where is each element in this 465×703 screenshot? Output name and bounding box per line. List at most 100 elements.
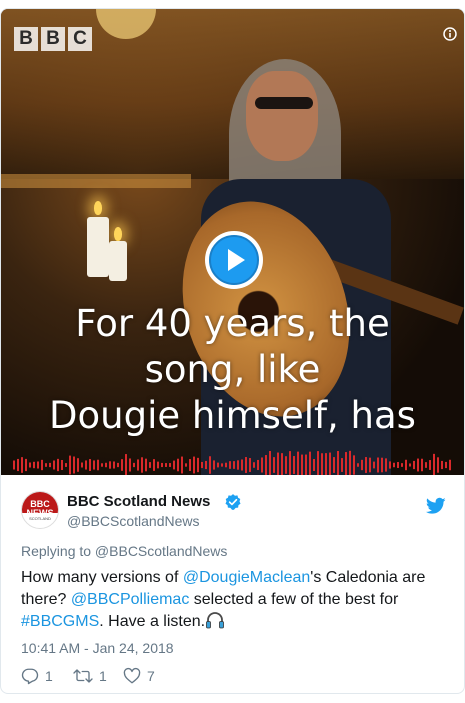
play-button[interactable] — [205, 231, 263, 289]
mention-link[interactable]: @DougieMaclean — [183, 569, 310, 586]
waveform-bar — [189, 459, 191, 471]
waveform-bar — [377, 457, 379, 473]
bbc-logo-letter: B — [41, 27, 65, 51]
waveform-bar — [277, 452, 279, 475]
waveform-bar — [157, 461, 159, 469]
waveform-bar — [369, 457, 371, 473]
tweet-text-part: . Have a listen. — [99, 613, 206, 630]
waveform-bar — [137, 459, 139, 471]
screen-name[interactable]: @BBCScotlandNews — [67, 513, 200, 529]
heart-icon — [123, 667, 141, 684]
waveform-bar — [329, 452, 331, 475]
waveform-bar — [393, 462, 395, 468]
waveform-bar — [289, 451, 291, 475]
waveform-bar — [309, 451, 311, 475]
like-count: 7 — [147, 668, 155, 684]
waveform-bar — [449, 459, 451, 471]
waveform-bar — [293, 456, 295, 474]
waveform-bar — [197, 457, 199, 473]
waveform-bar — [333, 457, 335, 473]
waveform-bar — [237, 460, 239, 470]
mention-link[interactable]: @BBCPolliemac — [71, 591, 190, 608]
waveform-bar — [209, 456, 211, 474]
waveform-bar — [413, 460, 415, 470]
waveform-bar — [353, 455, 355, 475]
waveform-bar — [257, 459, 259, 471]
video-candle — [87, 217, 109, 277]
waveform-bar — [69, 455, 71, 475]
waveform-bar — [297, 451, 299, 475]
waveform-bar — [165, 463, 167, 467]
waveform-bar — [185, 463, 187, 467]
waveform-bar — [325, 453, 327, 475]
waveform-bar — [149, 462, 151, 468]
waveform-bar — [21, 457, 23, 473]
waveform-bar — [269, 451, 271, 475]
avatar-caption: SCOTLAND — [29, 516, 51, 521]
waveform-bar — [65, 463, 67, 467]
waveform-bar — [385, 458, 387, 472]
reply-icon — [21, 668, 39, 685]
waveform-bar — [225, 462, 227, 468]
waveform-bar — [425, 462, 427, 468]
bbc-logo-letter: C — [68, 27, 92, 51]
display-name[interactable]: BBC Scotland News — [67, 493, 210, 510]
video-flame — [114, 227, 122, 241]
waveform-bar — [133, 462, 135, 468]
tweet-author[interactable]: BBC NEWS SCOTLAND BBC Scotland News @BBC… — [21, 487, 451, 537]
waveform-bar — [233, 461, 235, 469]
waveform-bar — [437, 457, 439, 473]
play-icon — [209, 235, 259, 285]
video-caption: For 40 years, the song, like Dougie hims… — [1, 301, 464, 439]
hashtag-link[interactable]: #BBCGMS — [21, 613, 99, 630]
waveform-bar — [81, 462, 83, 468]
waveform-bar — [37, 461, 39, 469]
waveform-bar — [389, 461, 391, 469]
waveform-bar — [409, 463, 411, 467]
waveform-bar — [433, 453, 435, 475]
info-icon[interactable] — [443, 27, 457, 41]
waveform-bar — [97, 459, 99, 471]
bbc-logo-letter: B — [14, 27, 38, 51]
waveform-bar — [105, 462, 107, 468]
waveform-bar — [25, 458, 27, 472]
waveform-bar — [33, 461, 35, 469]
waveform-bar — [57, 458, 59, 472]
embedded-tweet-card: B B C For 40 years, the song, like Dougi… — [0, 8, 465, 694]
video-flame — [94, 201, 102, 215]
caption-line: For 40 years, the — [75, 302, 390, 345]
waveform-bar — [221, 463, 223, 467]
twitter-bird-icon[interactable] — [426, 497, 446, 515]
waveform-bar — [45, 463, 47, 467]
waveform-bar — [217, 462, 219, 468]
avatar[interactable]: BBC NEWS SCOTLAND — [21, 491, 59, 529]
waveform-bar — [337, 451, 339, 475]
waveform-bar — [397, 462, 399, 468]
retweet-button[interactable]: 1 — [73, 664, 107, 688]
waveform-bar — [193, 456, 195, 474]
waveform-bar — [421, 458, 423, 472]
reply-context[interactable]: Replying to @BBCScotlandNews — [21, 543, 227, 559]
waveform-bar — [265, 455, 267, 475]
waveform-bar — [17, 458, 19, 472]
waveform-bar — [361, 459, 363, 471]
waveform-bar — [405, 459, 407, 471]
video-player[interactable]: B B C For 40 years, the song, like Dougi… — [1, 9, 464, 475]
waveform-bar — [249, 458, 251, 472]
waveform-bar — [53, 460, 55, 470]
waveform-bar — [61, 459, 63, 471]
waveform-bar — [93, 460, 95, 470]
waveform-bar — [117, 462, 119, 468]
tweet-text: How many versions of @DougieMaclean's Ca… — [21, 567, 451, 633]
waveform-bar — [49, 462, 51, 468]
waveform-bar — [301, 454, 303, 475]
like-button[interactable]: 7 — [123, 664, 155, 688]
reply-button[interactable]: 1 — [21, 664, 53, 688]
waveform-bar — [153, 459, 155, 471]
waveform-bar — [77, 458, 79, 472]
timestamp[interactable]: 10:41 AM - Jan 24, 2018 — [21, 640, 174, 656]
waveform-bar — [89, 459, 91, 471]
waveform-bar — [229, 461, 231, 469]
waveform-bar — [161, 462, 163, 468]
retweet-icon — [73, 669, 93, 683]
